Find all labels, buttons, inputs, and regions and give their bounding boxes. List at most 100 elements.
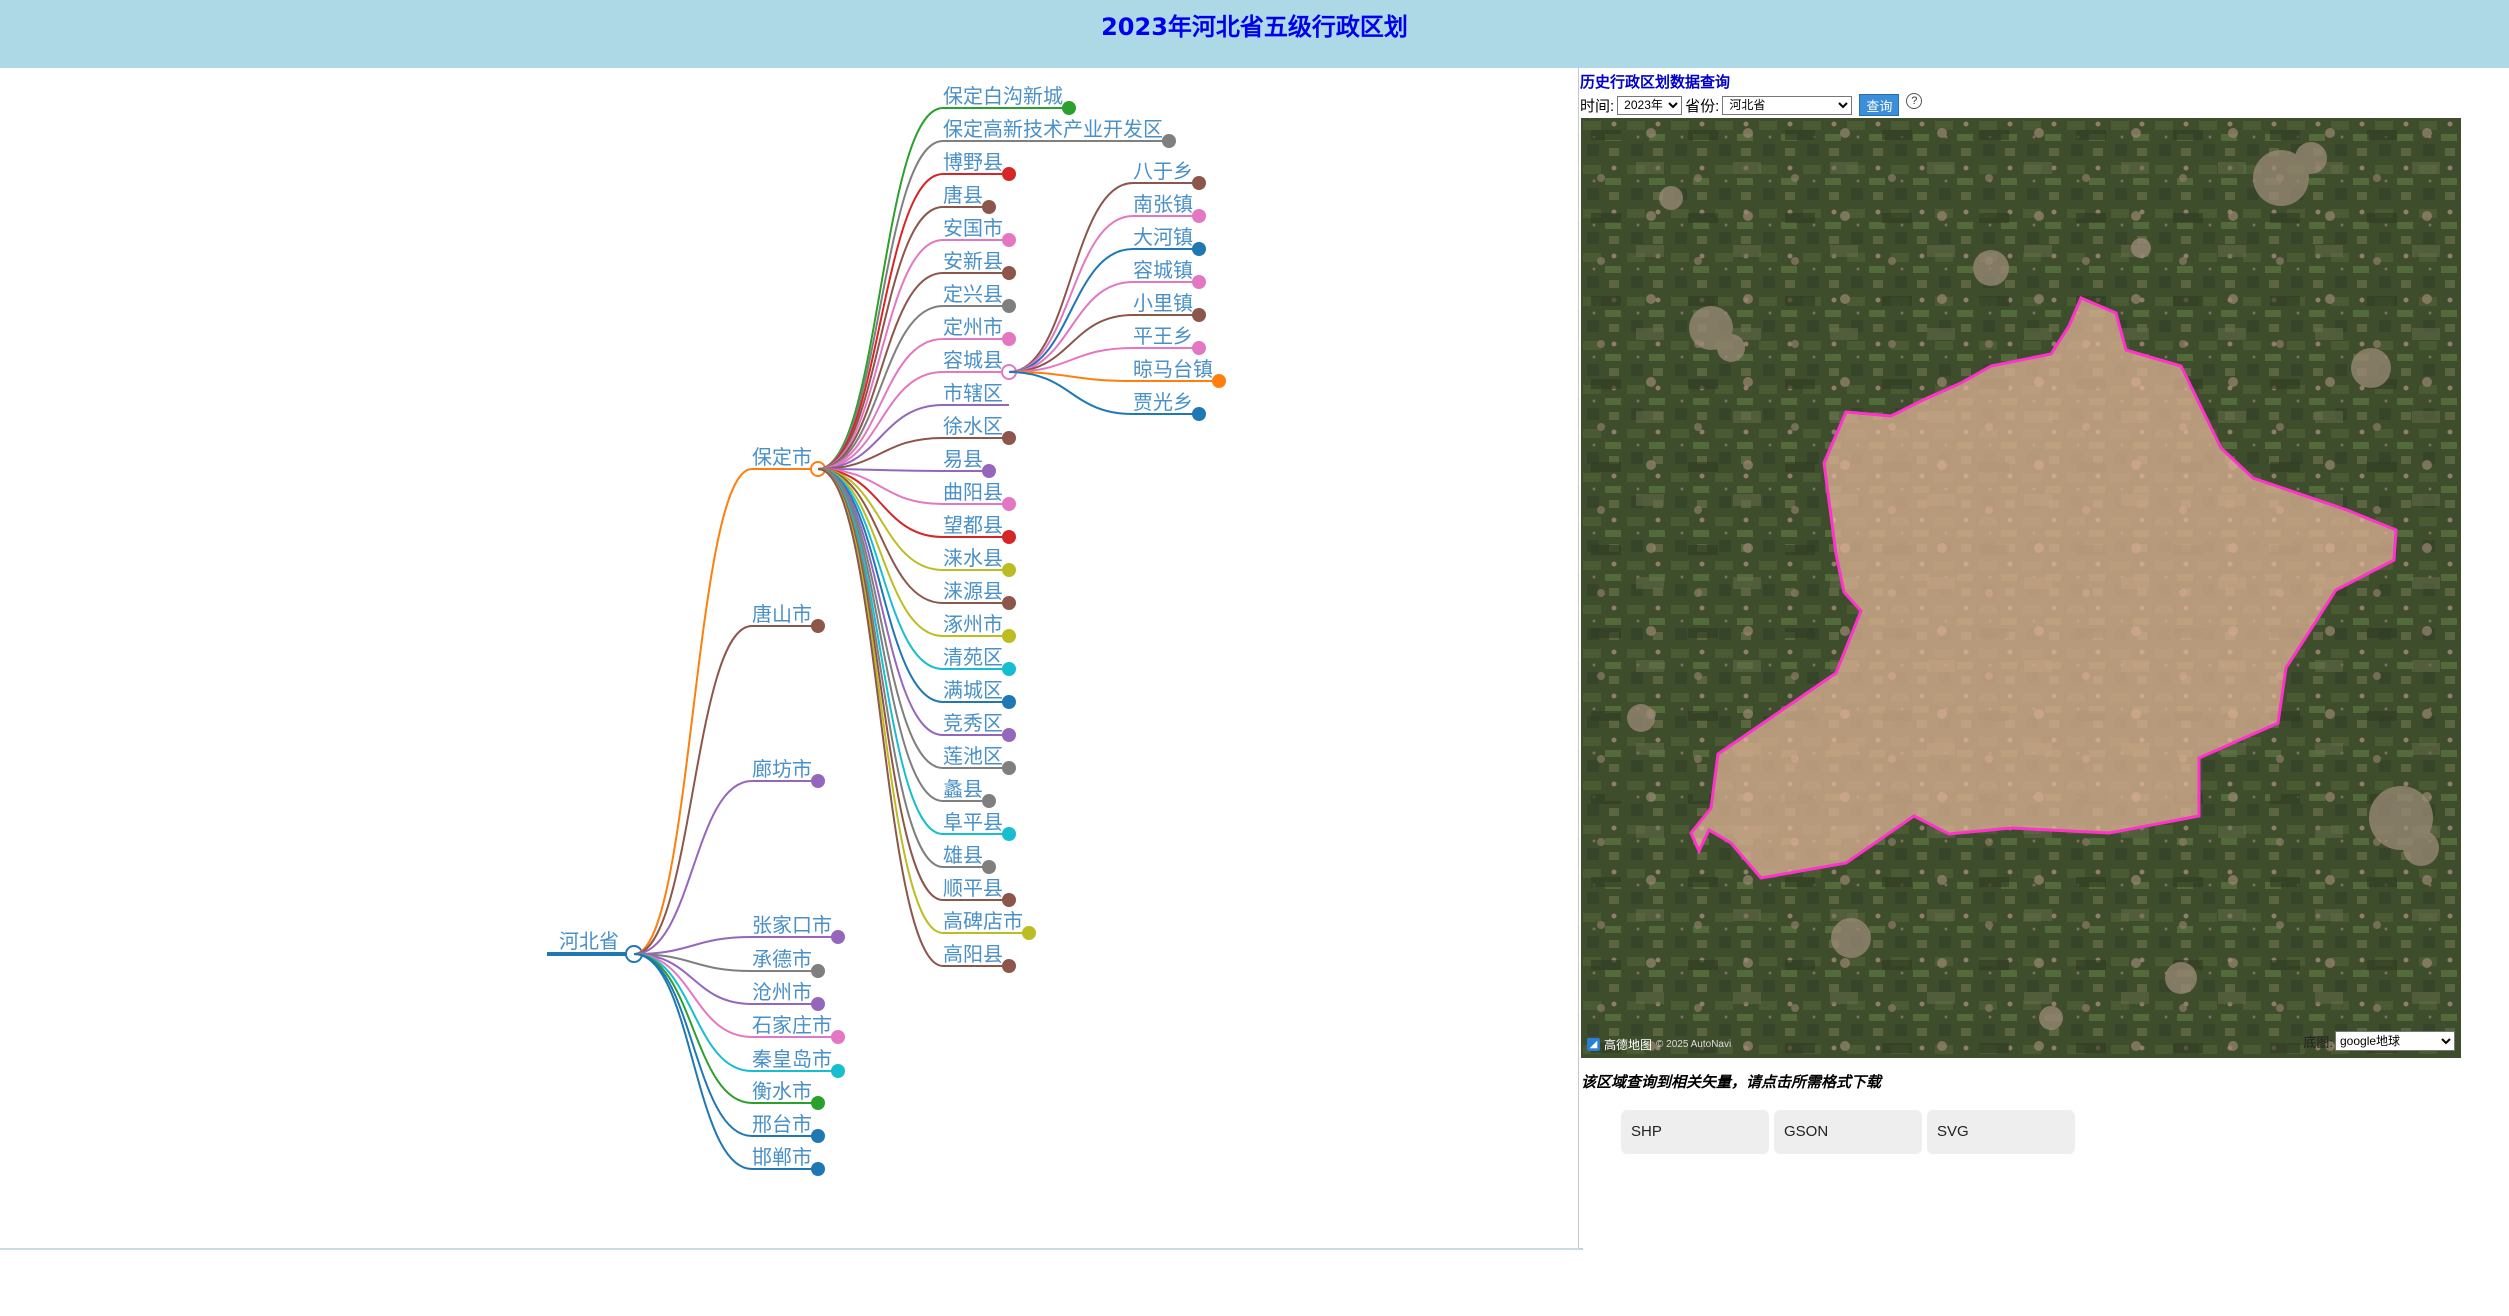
tree-root-label[interactable]: 河北省 bbox=[559, 929, 619, 953]
tree-node-dot[interactable] bbox=[1192, 275, 1206, 289]
tree-node-label[interactable]: 保定白沟新城 bbox=[943, 84, 1063, 108]
tree-node-label[interactable]: 八于乡 bbox=[1133, 159, 1193, 183]
tree-node-dot[interactable] bbox=[1192, 209, 1206, 223]
tree-node-dot[interactable] bbox=[1192, 308, 1206, 322]
tree-node-dot[interactable] bbox=[1002, 167, 1016, 181]
tree-node-label[interactable]: 雄县 bbox=[943, 843, 983, 867]
tree-node-label[interactable]: 市辖区 bbox=[943, 381, 1003, 405]
tree-node-label[interactable]: 易县 bbox=[943, 447, 983, 471]
time-select[interactable]: 2023年 bbox=[1617, 95, 1683, 115]
satellite-map[interactable] bbox=[1581, 118, 2461, 1058]
tree-node-dot[interactable] bbox=[982, 464, 996, 478]
tree-node-label[interactable]: 唐山市 bbox=[752, 602, 812, 626]
tree-node-label[interactable]: 定兴县 bbox=[943, 282, 1003, 306]
tree-node-label[interactable]: 安国市 bbox=[943, 216, 1003, 240]
tree-node-dot[interactable] bbox=[1002, 959, 1016, 973]
tree-node-label[interactable]: 容城县 bbox=[943, 348, 1003, 372]
tree-node-label[interactable]: 沧州市 bbox=[752, 980, 812, 1004]
tree-node-dot[interactable] bbox=[811, 1096, 825, 1110]
tree-node-dot[interactable] bbox=[1002, 563, 1016, 577]
help-icon[interactable]: ? bbox=[1906, 93, 1923, 109]
tree-node-label[interactable]: 南张镇 bbox=[1133, 192, 1193, 216]
tree-node-label[interactable]: 邢台市 bbox=[752, 1112, 812, 1136]
tree-node-dot[interactable] bbox=[1002, 266, 1016, 280]
tree-node-dot[interactable] bbox=[1212, 374, 1226, 388]
tree-node-dot[interactable] bbox=[1002, 233, 1016, 247]
tree-node-label[interactable]: 平王乡 bbox=[1133, 324, 1193, 348]
tree-node-label[interactable]: 小里镇 bbox=[1133, 291, 1193, 315]
tree-node-label[interactable]: 曲阳县 bbox=[943, 480, 1003, 504]
tree-node-dot[interactable] bbox=[982, 200, 996, 214]
query-button[interactable]: 查询 bbox=[1859, 94, 1900, 116]
download-svg-button[interactable]: SVG bbox=[1927, 1110, 2075, 1154]
tree-node-label[interactable]: 竞秀区 bbox=[943, 711, 1003, 735]
tree-node-label[interactable]: 博野县 bbox=[943, 150, 1003, 174]
tree-node-dot[interactable] bbox=[1192, 341, 1206, 355]
tree-node-label[interactable]: 蠡县 bbox=[943, 777, 983, 801]
tree-node-dot[interactable] bbox=[1002, 893, 1016, 907]
tree-node-label[interactable]: 涞源县 bbox=[943, 579, 1003, 603]
tree-node-dot[interactable] bbox=[1002, 332, 1016, 346]
tree-node-dot[interactable] bbox=[811, 964, 825, 978]
tree-node-label[interactable]: 定州市 bbox=[943, 315, 1003, 339]
download-shp-button[interactable]: SHP bbox=[1621, 1110, 1769, 1154]
tree-node-dot[interactable] bbox=[1162, 134, 1176, 148]
tree-node-dot[interactable] bbox=[1192, 242, 1206, 256]
province-select[interactable]: 河北省 bbox=[1722, 95, 1853, 115]
tree-node-dot[interactable] bbox=[811, 774, 825, 788]
tree-node-label[interactable]: 清苑区 bbox=[943, 645, 1003, 669]
tree-node-dot[interactable] bbox=[1002, 431, 1016, 445]
tree-node-label[interactable]: 大河镇 bbox=[1133, 225, 1193, 249]
tree-node-dot[interactable] bbox=[1062, 101, 1076, 115]
tree-node-label[interactable]: 阜平县 bbox=[943, 810, 1003, 834]
tree-node-label[interactable]: 廊坊市 bbox=[752, 757, 812, 781]
basemap-select[interactable]: google地球 bbox=[2335, 1031, 2455, 1051]
tree-node-label[interactable]: 衡水市 bbox=[752, 1079, 812, 1103]
download-gson-button[interactable]: GSON bbox=[1774, 1110, 1922, 1154]
tree-node-dot[interactable] bbox=[831, 1064, 845, 1078]
tree-node-dot[interactable] bbox=[1002, 299, 1016, 313]
tree-node-dot[interactable] bbox=[811, 619, 825, 633]
tree-node-label[interactable]: 满城区 bbox=[943, 678, 1003, 702]
tree-node-label[interactable]: 唐县 bbox=[943, 183, 983, 207]
tree-node-dot[interactable] bbox=[1192, 176, 1206, 190]
tree-node-dot[interactable] bbox=[811, 997, 825, 1011]
tree-node-dot[interactable] bbox=[1002, 761, 1016, 775]
tree-node-label[interactable]: 石家庄市 bbox=[752, 1013, 832, 1037]
tree-node-label[interactable]: 贾光乡 bbox=[1133, 390, 1193, 414]
tree-node-label[interactable]: 保定高新技术产业开发区 bbox=[943, 117, 1163, 141]
tree-node-dot[interactable] bbox=[811, 1162, 825, 1176]
tree-node-label[interactable]: 顺平县 bbox=[943, 876, 1003, 900]
tree-node-label[interactable]: 高阳县 bbox=[943, 942, 1003, 966]
tree-node-dot[interactable] bbox=[982, 794, 996, 808]
tree-node-label[interactable]: 望都县 bbox=[943, 513, 1003, 537]
tree-node-dot[interactable] bbox=[1002, 695, 1016, 709]
tree-node-dot[interactable] bbox=[1002, 530, 1016, 544]
tree-node-label[interactable]: 徐水区 bbox=[943, 414, 1003, 438]
tree-node-dot[interactable] bbox=[1002, 596, 1016, 610]
tree-node-dot[interactable] bbox=[1002, 497, 1016, 511]
tree-node-label[interactable]: 安新县 bbox=[943, 249, 1003, 273]
tree-node-dot[interactable] bbox=[811, 1129, 825, 1143]
tree-node-label[interactable]: 涞水县 bbox=[943, 546, 1003, 570]
tree-node-label[interactable]: 承德市 bbox=[752, 947, 812, 971]
tree-node-label[interactable]: 张家口市 bbox=[752, 913, 832, 937]
tree-node-dot[interactable] bbox=[1002, 827, 1016, 841]
tree-node-label[interactable]: 高碑店市 bbox=[943, 909, 1023, 933]
tree-node-dot[interactable] bbox=[1002, 662, 1016, 676]
map-view[interactable]: ◢ 高德地图 © 2025 AutoNavi 底图: google地球 bbox=[1581, 118, 2461, 1058]
tree-node-label[interactable]: 邯郸市 bbox=[752, 1145, 812, 1169]
tree-node-dot[interactable] bbox=[982, 860, 996, 874]
tree-node-dot[interactable] bbox=[1022, 926, 1036, 940]
tree-node-label[interactable]: 涿州市 bbox=[943, 612, 1003, 636]
tree-node-dot[interactable] bbox=[831, 930, 845, 944]
tree-node-dot[interactable] bbox=[1192, 407, 1206, 421]
tree-node-dot[interactable] bbox=[831, 1030, 845, 1044]
tree-node-label[interactable]: 容城镇 bbox=[1133, 258, 1193, 282]
tree-node-label[interactable]: 莲池区 bbox=[943, 744, 1003, 768]
tree-node-dot[interactable] bbox=[1002, 728, 1016, 742]
tree-node-dot[interactable] bbox=[1002, 629, 1016, 643]
tree-node-label[interactable]: 秦皇岛市 bbox=[752, 1047, 832, 1071]
tree-node-label[interactable]: 晾马台镇 bbox=[1133, 357, 1213, 381]
tree-node-label[interactable]: 保定市 bbox=[752, 445, 812, 469]
